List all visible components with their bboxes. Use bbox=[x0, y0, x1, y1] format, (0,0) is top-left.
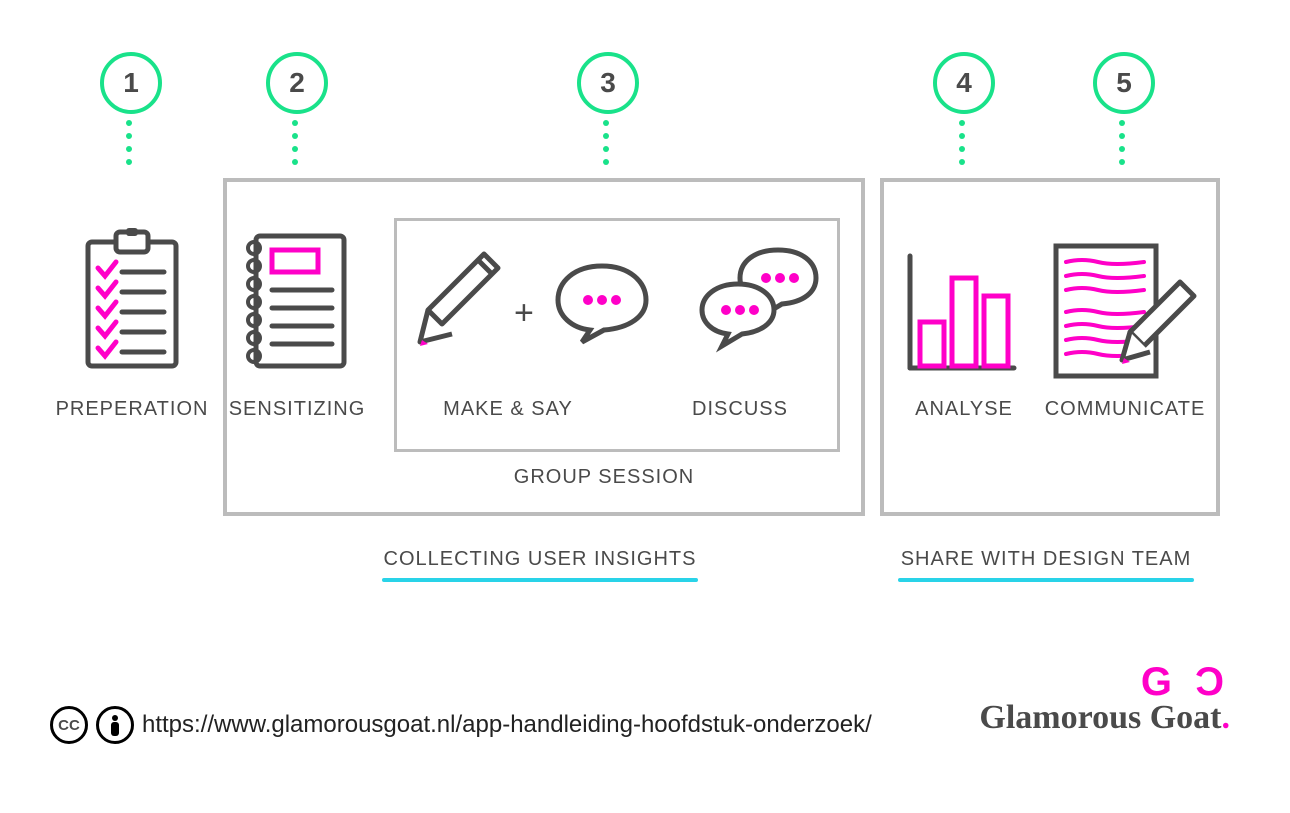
step-1-number: 1 bbox=[123, 67, 139, 99]
step-5-circle: 5 bbox=[1093, 52, 1155, 114]
discussion-bubbles-icon bbox=[694, 244, 824, 359]
step-4-label: ANALYSE bbox=[904, 398, 1024, 421]
step-5-number: 5 bbox=[1116, 67, 1132, 99]
clipboard-icon bbox=[80, 228, 184, 379]
step-1-connector bbox=[126, 120, 132, 165]
step-1-circle: 1 bbox=[100, 52, 162, 114]
collecting-label: COLLECTING USER INSIGHTS bbox=[360, 548, 720, 571]
bar-chart-icon bbox=[902, 248, 1022, 383]
share-label: SHARE WITH DESIGN TEAM bbox=[878, 548, 1214, 571]
step-3-circle: 3 bbox=[577, 52, 639, 114]
step-3-label-a: MAKE & SAY bbox=[428, 398, 588, 421]
glamorous-goat-logo: G Ɔ Glamorous Goat. bbox=[979, 660, 1230, 737]
step-2-number: 2 bbox=[289, 67, 305, 99]
step-3-connector bbox=[603, 120, 609, 165]
attribution-icon bbox=[96, 706, 134, 744]
step-3-label-b: DISCUSS bbox=[680, 398, 800, 421]
cc-license-icon: CC bbox=[50, 706, 88, 744]
brand-name: Glamorous Goat bbox=[979, 699, 1221, 736]
step-4-circle: 4 bbox=[933, 52, 995, 114]
notebook-icon bbox=[240, 228, 350, 379]
source-url: https://www.glamorousgoat.nl/app-handlei… bbox=[142, 711, 872, 739]
step-1-label: PREPERATION bbox=[52, 398, 212, 421]
step-3-number: 3 bbox=[600, 67, 616, 99]
step-2-label: SENSITIZING bbox=[225, 398, 369, 421]
step-4-number: 4 bbox=[956, 67, 972, 99]
speech-bubble-icon bbox=[552, 258, 652, 353]
collecting-underline bbox=[382, 578, 698, 582]
step-5-label: COMMUNICATE bbox=[1030, 398, 1220, 421]
group-session-label: GROUP SESSION bbox=[494, 466, 714, 489]
step-4-connector bbox=[959, 120, 965, 165]
share-underline bbox=[898, 578, 1194, 582]
document-pencil-icon bbox=[1048, 238, 1198, 393]
step-2-circle: 2 bbox=[266, 52, 328, 114]
step-5-connector bbox=[1119, 120, 1125, 165]
pencil-icon bbox=[414, 248, 504, 363]
step-2-connector bbox=[292, 120, 298, 165]
plus-icon: + bbox=[514, 294, 534, 333]
